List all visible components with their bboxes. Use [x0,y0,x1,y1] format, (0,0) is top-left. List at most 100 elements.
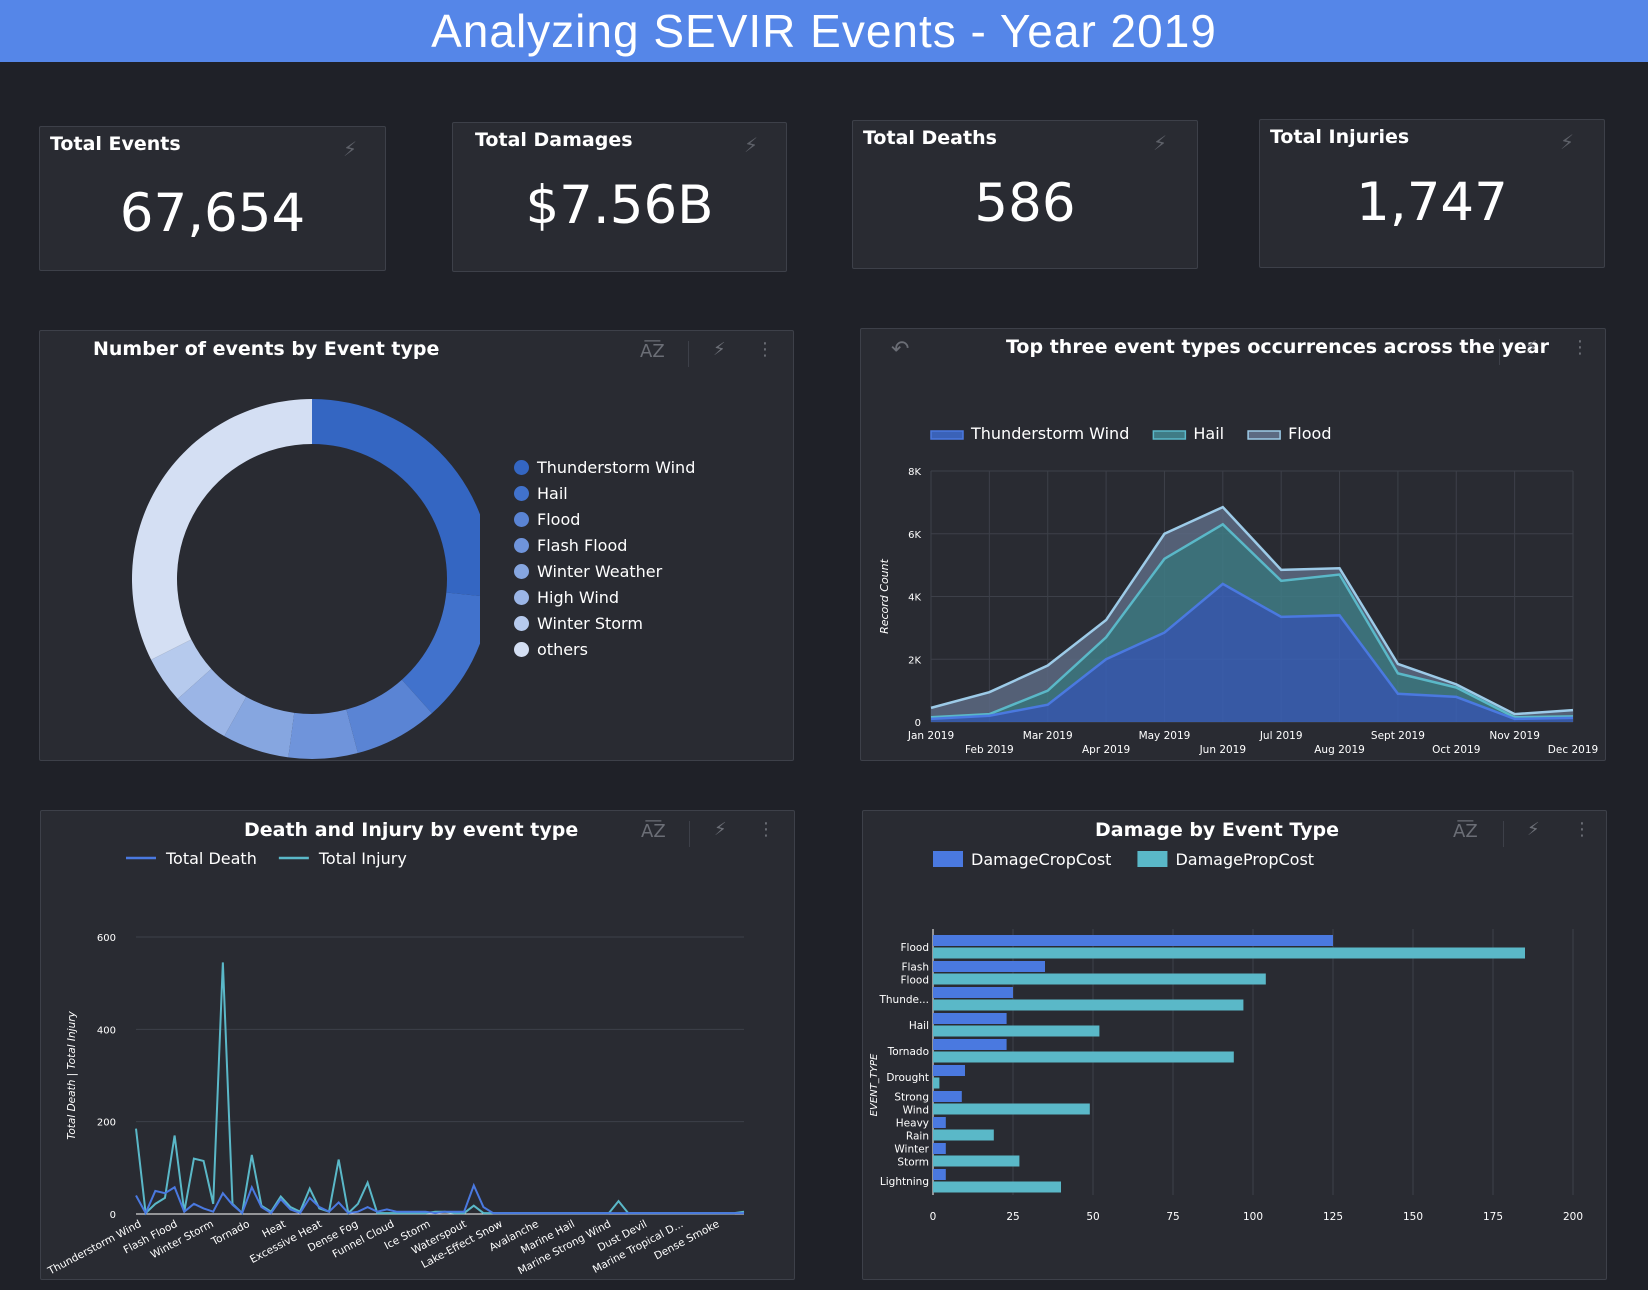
x-tick-label: 125 [1323,1211,1343,1223]
y-tick-label: 4K [908,593,921,604]
x-tick-label: Jul 2019 [1259,730,1303,742]
y-tick-label: Drought [886,1072,929,1084]
bolt-icon[interactable]: ⚡ [343,137,357,161]
legend-item[interactable]: Winter Storm [514,614,643,633]
donut-slice [131,399,312,660]
chart-card-death-injury: Death and Injury by event type A͞Z ⚡ ⋮ 0… [40,810,795,1280]
legend-label: Winter Weather [537,562,663,581]
bar [933,973,1266,985]
x-tick-label: Jan 2019 [907,730,954,742]
bolt-icon[interactable]: ⚡ [714,819,727,840]
more-vert-icon[interactable]: ⋮ [757,819,775,840]
line-chart: 0200400600Total Death | Total InjuryThun… [45,849,745,1278]
x-tick-label: Aug 2019 [1314,744,1365,756]
bar [933,1117,946,1128]
x-tick-label: 0 [930,1211,937,1223]
legend-item[interactable]: High Wind [514,588,619,607]
page-title: Analyzing SEVIR Events - Year 2019 [431,5,1217,57]
y-tick-label: 600 [97,933,116,944]
x-tick-label: 75 [1166,1211,1179,1223]
bar [933,1025,1100,1037]
kpi-card-total-damages: Total Damages ⚡ $7.56B [452,122,787,272]
x-tick-label: 175 [1483,1211,1503,1223]
legend-swatch [1137,851,1168,867]
y-tick-label: Flood [901,942,929,954]
more-vert-icon[interactable]: ⋮ [756,339,774,360]
kpi-title: Total Damages [475,129,633,151]
y-tick-label: Flood [901,975,929,987]
legend-label: others [537,640,588,659]
legend-swatch [514,564,529,579]
kpi-value: 67,654 [119,183,306,244]
toolbar-divider [689,821,690,847]
legend-item[interactable]: Hail [514,484,568,503]
chart-title: Number of events by Event type [93,338,440,360]
bolt-icon[interactable]: ⚡ [1525,337,1538,358]
y-tick-label: Lightning [880,1176,929,1188]
bolt-icon[interactable]: ⚡ [744,133,758,157]
legend-label: Flood [537,510,581,529]
y-tick-label: Storm [897,1157,929,1169]
y-tick-label: 400 [97,1025,116,1036]
y-tick-label: Tornado [887,1046,929,1058]
legend-swatch [514,538,529,553]
y-axis-label: Record Count [878,558,891,634]
legend-item[interactable]: Flood [514,510,580,529]
bolt-icon[interactable]: ⚡ [1560,130,1574,154]
kpi-title: Total Events [50,133,181,155]
bar [933,1039,1007,1050]
bar [933,1103,1090,1115]
legend-item[interactable]: Winter Weather [514,562,662,581]
bar-chart: 0 25 50 75 100 125 150 175 200EVENT_TYPEFloodFla… [869,850,1583,1223]
y-tick-label: Flash [901,962,929,974]
kpi-value: 586 [974,173,1076,234]
y-tick-label: 2K [908,655,921,666]
legend-label: DamagePropCost [1175,850,1314,869]
sort-az-icon[interactable]: A͞Z [1453,821,1478,842]
legend-label: High Wind [537,588,620,607]
line-series [135,1182,744,1216]
legend-swatch [1152,430,1187,440]
bar [933,1181,1061,1193]
bolt-icon[interactable]: ⚡ [1153,131,1167,155]
y-axis-label: Total Death | Total Injury [66,1010,78,1139]
sort-az-icon[interactable]: A͞Z [641,821,666,842]
legend-swatch [1247,430,1281,440]
legend-label: DamageCropCost [971,850,1111,869]
x-tick-label: 200 [1563,1211,1583,1223]
legend-swatch [514,486,529,501]
bolt-icon[interactable]: ⚡ [1527,819,1540,840]
kpi-card-total-injuries: Total Injuries ⚡ 1,747 [1259,119,1605,268]
legend-swatch [514,512,529,527]
bolt-icon[interactable]: ⚡ [713,339,726,360]
legend-label: Flood [1288,424,1331,443]
legend-item[interactable]: Thunderstorm Wind [514,458,695,477]
legend-item[interactable]: others [514,640,588,659]
legend-item[interactable]: Flash Flood [514,536,627,555]
y-tick-label: Rain [906,1131,929,1143]
legend-label: Flash Flood [537,536,628,555]
legend-swatch [933,851,963,867]
x-tick-label: Apr 2019 [1082,744,1130,756]
more-vert-icon[interactable]: ⋮ [1571,337,1589,358]
sort-az-icon[interactable]: A͞Z [640,341,665,362]
x-tick-label: 25 [1006,1211,1019,1223]
toolbar-divider [688,341,689,367]
x-tick-label: Mar 2019 [1023,730,1073,742]
donut-slice [312,399,480,596]
more-vert-icon[interactable]: ⋮ [1573,819,1591,840]
y-tick-label: 200 [97,1118,116,1129]
kpi-card-total-events: Total Events ⚡ 67,654 [39,126,386,271]
y-tick-label: Heavy [896,1118,929,1130]
header-bar: Analyzing SEVIR Events - Year 2019 [0,0,1648,62]
kpi-value: 1,747 [1356,172,1508,233]
bar [933,947,1525,959]
bar [933,1013,1007,1024]
y-tick-label: Strong [894,1092,929,1104]
donut-chart [131,399,480,759]
chart-title: Damage by Event Type [1095,819,1339,841]
bar [933,1169,946,1180]
legend-label: Hail [537,484,568,503]
kpi-title: Total Deaths [863,127,997,149]
chart-title: Death and Injury by event type [244,819,579,841]
